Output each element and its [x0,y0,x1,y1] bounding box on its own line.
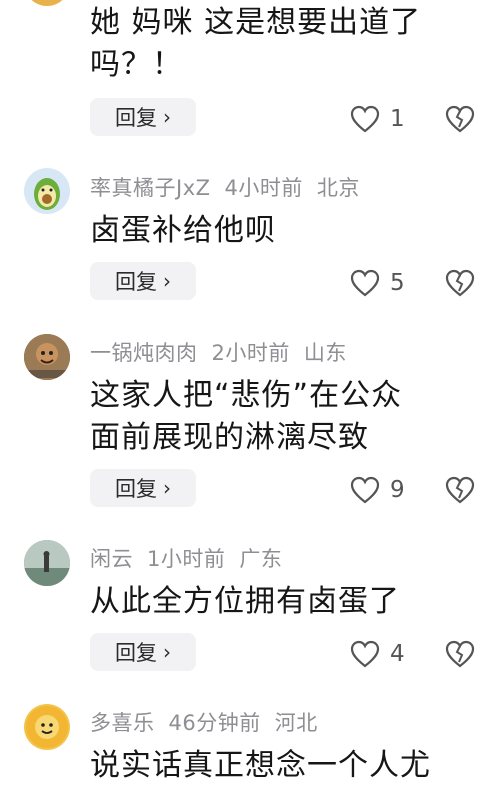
broken-heart-icon [445,476,475,504]
reply-label: 回复 [115,106,157,130]
broken-heart-icon [445,269,475,297]
comment-text: 卤蛋补给他呗 [90,213,276,248]
avatar[interactable] [24,540,70,586]
comment-meta: 闲云 1小时前 广东 [90,543,296,573]
reply-button[interactable]: 回复 › [90,98,196,136]
timestamp: 1小时前 [147,547,226,571]
avatar[interactable] [24,334,70,380]
dislike-button[interactable] [444,100,476,138]
like-count: 4 [390,641,405,667]
location: 广东 [239,547,283,571]
broken-heart-icon [445,640,475,668]
chevron-right-icon: › [163,640,171,664]
like-count: 9 [390,477,405,503]
comment-text: 她 妈咪 这是想要出道了 吗？！ [90,5,422,82]
like-button[interactable]: 5 [350,264,405,302]
like-button[interactable]: 4 [350,635,405,673]
like-button[interactable]: 1 [350,100,405,138]
timestamp: 2小时前 [211,341,290,365]
chevron-right-icon: › [163,269,171,293]
dislike-button[interactable] [444,635,476,673]
like-count: 5 [390,270,405,296]
dislike-button[interactable] [444,264,476,302]
like-count: 1 [390,106,405,132]
avatar[interactable] [24,704,70,750]
location: 河北 [274,711,318,735]
reply-button[interactable]: 回复 › [90,262,196,300]
reply-button[interactable]: 回复 › [90,469,196,507]
comment-text: 说实话真正想念一个人尤 [90,748,431,783]
avatar[interactable] [24,0,70,6]
comment-text: 从此全方位拥有卤蛋了 [90,584,400,619]
reply-label: 回复 [115,477,157,501]
heart-outline-icon [350,269,380,297]
comment-meta: 率真橘子JxZ 4小时前 北京 [90,172,374,202]
comment-meta: 多喜乐 46分钟前 河北 [90,707,332,737]
heart-outline-icon [350,105,380,133]
avatar[interactable] [24,168,70,214]
reply-label: 回复 [115,270,157,294]
reply-label: 回复 [115,641,157,665]
location: 北京 [316,176,360,200]
username[interactable]: 多喜乐 [90,711,155,735]
username[interactable]: 一锅炖肉肉 [90,341,198,365]
comment-meta: 一锅炖肉肉 2小时前 山东 [90,337,361,367]
chevron-right-icon: › [163,476,171,500]
username[interactable]: 率真橘子JxZ [90,176,211,200]
reply-button[interactable]: 回复 › [90,633,196,671]
chevron-right-icon: › [163,105,171,129]
location: 山东 [303,341,347,365]
dislike-button[interactable] [444,471,476,509]
heart-outline-icon [350,640,380,668]
timestamp: 46分钟前 [168,711,261,735]
username[interactable]: 闲云 [90,547,133,571]
broken-heart-icon [445,105,475,133]
comment-text: 这家人把“悲伤”在公众 面前展现的淋漓尽致 [90,378,403,455]
like-button[interactable]: 9 [350,471,405,509]
timestamp: 4小时前 [224,176,303,200]
heart-outline-icon [350,476,380,504]
